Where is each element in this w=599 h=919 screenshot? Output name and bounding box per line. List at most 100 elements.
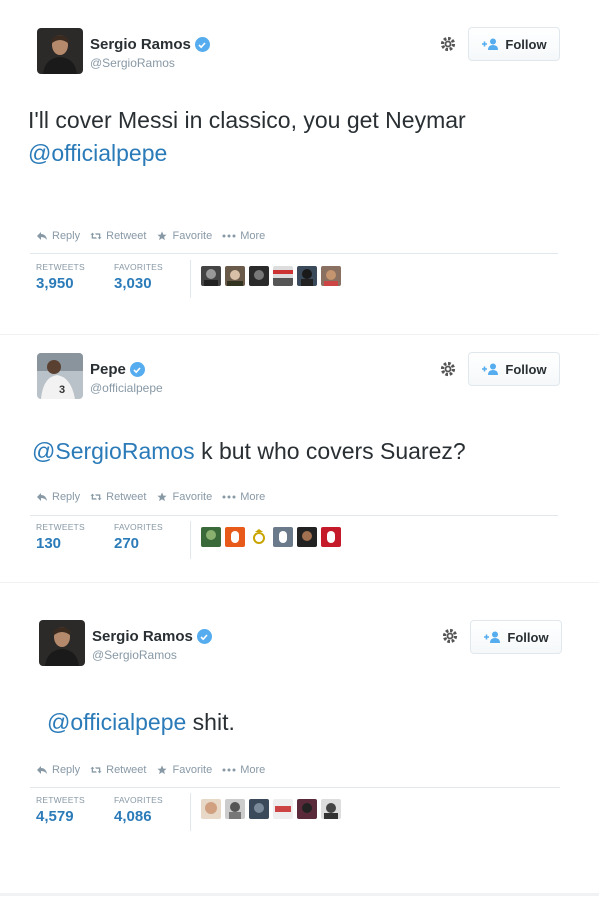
follow-person-plus-icon (484, 631, 501, 643)
divider (30, 253, 558, 254)
favorites-count[interactable]: 4,086 (114, 808, 152, 825)
tweet-text-plain: k but who covers Suarez? (194, 438, 466, 464)
favoriter-avatars (201, 527, 341, 547)
favoriter-avatar[interactable] (249, 527, 269, 547)
retweet-button[interactable]: Retweet (90, 230, 146, 242)
retweets-label: RETWEETS (36, 522, 85, 532)
gear-icon[interactable] (439, 360, 457, 378)
more-button[interactable]: More (222, 491, 265, 503)
avatar[interactable] (37, 28, 83, 74)
author-handle[interactable]: @SergioRamos (90, 56, 175, 70)
retweet-label: Retweet (106, 230, 147, 242)
reply-label: Reply (52, 230, 81, 242)
avatar[interactable] (39, 620, 85, 666)
retweets-count[interactable]: 130 (36, 535, 61, 552)
gear-icon[interactable] (441, 627, 459, 645)
favorite-star-icon (157, 231, 168, 241)
favorites-count[interactable]: 270 (114, 535, 139, 552)
verified-badge-icon (129, 362, 145, 377)
tweet-card: 3 Pepe @officialpepe Follow @SergioRamos… (0, 335, 599, 583)
author-name-row: Sergio Ramos (90, 36, 210, 53)
more-dots-icon (222, 495, 236, 499)
follow-button[interactable]: Follow (468, 352, 560, 386)
favoriter-avatar[interactable] (273, 266, 293, 286)
favorite-button[interactable]: Favorite (156, 764, 212, 776)
favoriter-avatar[interactable] (201, 527, 221, 547)
reply-button[interactable]: Reply (36, 230, 80, 242)
reply-button[interactable]: Reply (36, 764, 80, 776)
favorite-star-icon (157, 765, 168, 775)
favoriter-avatar[interactable] (225, 266, 245, 286)
favorite-label: Favorite (172, 491, 213, 503)
favoriter-avatar[interactable] (201, 266, 221, 286)
author-name[interactable]: Sergio Ramos (92, 628, 193, 645)
tweet-separator (0, 893, 599, 896)
favorites-label: FAVORITES (114, 522, 163, 532)
follow-person-plus-icon (482, 363, 499, 375)
favoriter-avatar[interactable] (225, 527, 245, 547)
favoriter-avatar[interactable] (321, 799, 341, 819)
mention-link[interactable]: @SergioRamos (32, 438, 195, 464)
tweet-text-plain: shit. (186, 709, 235, 735)
author-name[interactable]: Sergio Ramos (90, 36, 191, 53)
retweets-label: RETWEETS (36, 262, 85, 272)
verified-badge-icon (194, 37, 210, 52)
author-handle[interactable]: @SergioRamos (92, 648, 177, 662)
author-name[interactable]: Pepe (90, 361, 126, 378)
retweet-button[interactable]: Retweet (90, 491, 146, 503)
reply-button[interactable]: Reply (36, 491, 80, 503)
avatar[interactable]: 3 (37, 353, 83, 399)
retweets-label: RETWEETS (36, 795, 85, 805)
follow-button[interactable]: Follow (468, 27, 560, 61)
favorites-label: FAVORITES (114, 795, 163, 805)
favoriter-avatar[interactable] (273, 799, 293, 819)
divider (30, 787, 560, 788)
retweets-count[interactable]: 4,579 (36, 808, 74, 825)
tweet-actions: Reply Retweet Favorite More (36, 764, 265, 776)
author-name-row: Pepe (90, 361, 145, 378)
follow-label: Follow (505, 36, 547, 52)
favoriter-avatar[interactable] (321, 266, 341, 286)
favoriter-avatars (201, 799, 341, 819)
gear-icon[interactable] (439, 35, 457, 53)
retweet-icon (90, 232, 102, 240)
author-name-row: Sergio Ramos (92, 628, 212, 645)
retweet-button[interactable]: Retweet (90, 764, 146, 776)
mention-link[interactable]: @officialpepe (28, 140, 167, 166)
favoriter-avatars (201, 266, 341, 286)
reply-icon (37, 493, 47, 501)
favoriter-avatar[interactable] (249, 799, 269, 819)
mention-link[interactable]: @officialpepe (47, 709, 186, 735)
reply-icon (37, 232, 47, 240)
follow-button[interactable]: Follow (470, 620, 562, 654)
retweets-count[interactable]: 3,950 (36, 275, 74, 292)
retweet-icon (90, 493, 102, 501)
favorites-count[interactable]: 3,030 (114, 275, 152, 292)
tweet-card: Sergio Ramos @SergioRamos Follow I'll co… (0, 0, 599, 335)
favoriter-avatar[interactable] (297, 799, 317, 819)
tweet-actions: Reply Retweet Favorite More (36, 491, 265, 503)
favorite-button[interactable]: Favorite (156, 230, 212, 242)
favoriter-avatar[interactable] (249, 266, 269, 286)
more-dots-icon (222, 768, 236, 772)
favorite-label: Favorite (172, 764, 213, 776)
favoriter-avatar[interactable] (201, 799, 221, 819)
favoriter-avatar[interactable] (273, 527, 293, 547)
favoriter-avatar[interactable] (297, 527, 317, 547)
favoriter-avatar[interactable] (297, 266, 317, 286)
favoriter-avatar[interactable] (225, 799, 245, 819)
svg-text:3: 3 (59, 384, 65, 396)
follow-person-plus-icon (482, 38, 499, 50)
retweet-label: Retweet (106, 491, 147, 503)
more-label: More (240, 764, 266, 776)
favorite-button[interactable]: Favorite (156, 491, 212, 503)
more-label: More (240, 491, 266, 503)
tweet-text-plain: I'll cover Messi in classico, you get Ne… (28, 107, 466, 133)
stat-divider (190, 793, 191, 831)
more-button[interactable]: More (222, 764, 265, 776)
more-dots-icon (222, 234, 236, 238)
retweet-label: Retweet (106, 764, 147, 776)
more-button[interactable]: More (222, 230, 265, 242)
favoriter-avatar[interactable] (321, 527, 341, 547)
author-handle[interactable]: @officialpepe (90, 381, 163, 395)
